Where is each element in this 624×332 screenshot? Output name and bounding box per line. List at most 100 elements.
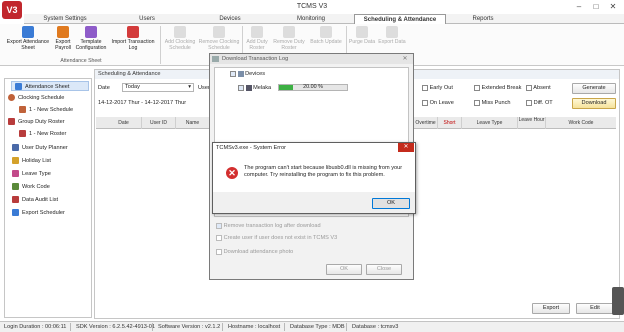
download-dialog-title: Download Transaction Log [210, 54, 413, 64]
extended-break-checkbox[interactable]: Extended Break [474, 84, 521, 92]
remove-schedule-icon [213, 26, 225, 38]
sidebar-item-leave-type[interactable]: Leave Type [12, 169, 51, 179]
status-separator [284, 323, 285, 331]
maximize-icon[interactable]: □ [589, 1, 603, 12]
attendance-sheet-group-label: Attendance Sheet [60, 58, 102, 64]
export-payroll-button[interactable]: Export Payroll [52, 26, 74, 56]
sidebar-item-clocking-schedule[interactable]: Clocking Schedule [8, 93, 64, 103]
remove-clocking-schedule-button[interactable]: Remove Clocking Schedule [198, 26, 240, 56]
column-leave-type[interactable]: Leave Type [462, 117, 518, 129]
column-short[interactable]: Short [438, 117, 462, 129]
add-clocking-schedule-button[interactable]: Add Clocking Schedule [162, 26, 198, 56]
download-dialog-icon [212, 56, 219, 62]
tab-monitoring[interactable]: Monitoring [276, 14, 346, 24]
sidebar-item-user-duty-planner[interactable]: User Duty Planner [12, 143, 68, 153]
database-type: Database Type : MDB [290, 324, 345, 330]
export-button[interactable]: Export [532, 303, 570, 314]
sidebar-item-new-roster[interactable]: 1 - New Roster [19, 129, 66, 139]
remove-duty-roster-button[interactable]: Remove Duty Roster [270, 26, 308, 56]
export-attendance-sheet-button[interactable]: Export Attendance Sheet [4, 26, 52, 56]
status-separator [152, 323, 153, 331]
date-range-text: 14-12-2017 Thur - 14-12-2017 Thur [98, 100, 187, 106]
date-select[interactable]: Today ▾ [122, 83, 194, 92]
progress-text: 20.00 % [303, 84, 323, 90]
date-label: Date [98, 85, 110, 91]
purge-data-button[interactable]: Purge Data [348, 26, 376, 56]
early-out-checkbox[interactable]: Early Out [422, 84, 453, 92]
status-separator [222, 323, 223, 331]
payroll-icon [57, 26, 69, 38]
batch-update-icon [320, 26, 332, 38]
tab-devices[interactable]: Devices [195, 14, 265, 24]
sidebar-item-attendance-sheet[interactable]: Attendance Sheet [11, 81, 89, 91]
column-name[interactable]: Name [176, 117, 210, 129]
close-icon[interactable]: ✕ [606, 1, 620, 12]
software-version: Software Version : v2.1.2 [158, 324, 221, 330]
on-leave-checkbox[interactable]: On Leave [422, 99, 454, 107]
leave-icon [12, 170, 19, 178]
login-duration: Login Duration : 00:06:11 [4, 324, 67, 330]
sidebar-item-group-duty-roster[interactable]: Group Duty Roster [8, 117, 65, 127]
import-transaction-log-button[interactable]: Import Transaction Log [108, 26, 158, 56]
window-title: TCMS V3 [296, 3, 328, 10]
tree-item-melaka[interactable]: Melaka [238, 84, 271, 92]
dialog-close-button[interactable]: Close [366, 264, 402, 275]
roster-icon [19, 130, 26, 138]
column-work-code[interactable]: Work Code [546, 117, 616, 129]
remove-roster-icon [283, 26, 295, 38]
ribbon-separator [160, 26, 161, 64]
audit-icon [12, 196, 19, 204]
roster-icon [8, 118, 15, 126]
device-group-icon [237, 70, 244, 77]
error-dialog-title: TCMSv3.exe - System Error [213, 143, 415, 153]
export-icon [22, 26, 34, 38]
create-user-checkbox[interactable]: Create user if user does not exist in TC… [216, 234, 337, 242]
tab-system-settings[interactable]: System Settings [30, 14, 100, 24]
status-separator [346, 323, 347, 331]
column-date[interactable]: Date [106, 117, 142, 129]
export-data-button[interactable]: Export Data [376, 26, 408, 56]
purge-icon [356, 26, 368, 38]
work-code-icon [12, 183, 19, 191]
add-roster-icon [251, 26, 263, 38]
sidebar-item-data-audit-list[interactable]: Data Audit List [12, 195, 58, 205]
absent-checkbox[interactable]: Absent [526, 84, 551, 92]
close-icon[interactable]: ✕ [398, 143, 414, 152]
error-ok-button[interactable]: OK [372, 198, 410, 209]
sidebar-item-export-scheduler[interactable]: Export Scheduler [12, 208, 65, 218]
database-name: Database : tcmsv3 [352, 324, 399, 330]
error-icon: ✕ [226, 167, 238, 179]
tab-reports[interactable]: Reports [452, 14, 514, 24]
sidebar-item-holiday-list[interactable]: Holiday List [12, 156, 51, 166]
close-icon[interactable]: ✕ [398, 54, 412, 65]
sidebar-item-work-code[interactable]: Work Code [12, 182, 50, 192]
remove-log-checkbox[interactable]: Remove transaction log after download [216, 222, 321, 230]
generate-button[interactable]: Generate [572, 83, 616, 94]
dialog-ok-button[interactable]: OK [326, 264, 362, 275]
edit-button[interactable]: Edit [576, 303, 614, 314]
holiday-icon [12, 157, 19, 165]
add-duty-roster-button[interactable]: Add Duty Roster [244, 26, 270, 56]
chevron-down-icon: ▾ [188, 84, 191, 90]
status-separator [70, 323, 71, 331]
hostname: Hostname : localhost [228, 324, 281, 330]
tab-users[interactable]: Users [112, 14, 182, 24]
add-schedule-icon [174, 26, 186, 38]
minimize-icon[interactable]: – [572, 1, 586, 12]
batch-update-button[interactable]: Batch Update [308, 26, 344, 56]
download-progress-bar: 20.00 % [278, 84, 348, 91]
tab-scheduling-attendance[interactable]: Scheduling & Attendance [354, 14, 446, 24]
device-icon [245, 84, 252, 91]
sdk-version: SDK Version : 6.2.5.42-4913-01 [76, 324, 155, 330]
side-handle[interactable] [612, 287, 624, 315]
download-photo-checkbox[interactable]: Download attendance photo [216, 248, 293, 256]
column-user-id[interactable]: User ID [142, 117, 176, 129]
miss-punch-checkbox[interactable]: Miss Punch [474, 99, 510, 107]
template-configuration-button[interactable]: Template Configuration [74, 26, 108, 56]
download-button[interactable]: Download [572, 98, 616, 109]
column-overtime[interactable]: Overtime [414, 117, 438, 129]
diff-ot-checkbox[interactable]: Diff. OT [526, 99, 553, 107]
sidebar-item-new-schedule[interactable]: 1 - New Schedule [19, 105, 73, 115]
column-leave-hour[interactable]: Leave Hour [518, 117, 546, 129]
tree-root-devices[interactable]: Devices [230, 70, 265, 78]
